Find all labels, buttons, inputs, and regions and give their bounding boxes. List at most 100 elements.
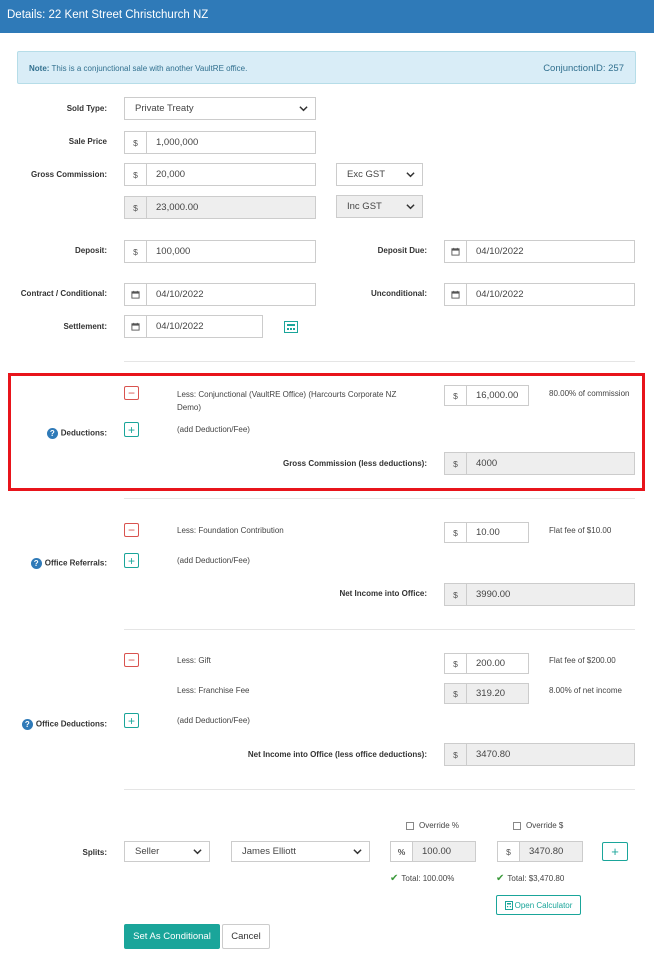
currency-addon: $ [125,241,147,262]
cancel-button[interactable]: Cancel [222,924,270,949]
note-label: Note: [29,64,50,73]
office-deduction-item-label: Less: Gift [177,656,211,665]
sale-price-input[interactable]: $ 1,000,000 [124,131,316,154]
gross-commission-inc-value: 23,000.00 [156,202,199,213]
net-income-label: Net Income into Office: [339,589,427,598]
unconditional-label: Unconditional: [371,289,427,298]
percent-addon: % [391,842,413,861]
conjunction-id: ConjunctionID: 257 [543,63,624,74]
inc-gst-select: Inc GST [336,195,423,218]
calendar-icon [125,316,147,337]
deposit-due-label: Deposit Due: [377,246,427,255]
inc-gst-value: Inc GST [347,201,382,212]
deposit-label: Deposit: [75,246,107,255]
chevron-down-icon [406,204,415,210]
override-amount-checkbox[interactable]: Override $ [513,821,563,830]
referral-note: Flat fee of $10.00 [549,526,612,535]
contract-date-value: 04/10/2022 [156,289,204,300]
deposit-due-input[interactable]: 04/10/2022 [444,240,635,263]
help-icon[interactable]: ? [21,719,33,730]
settlement-calculator-icon[interactable] [284,321,298,333]
currency-addon: $ [445,523,467,542]
franchise-fee-field: $ 319.20 [444,683,529,704]
contract-label: Contract / Conditional: [20,289,107,298]
gst-select[interactable]: Exc GST [336,163,423,186]
gross-commission-input[interactable]: $ 20,000 [124,163,316,186]
modal-header: Details: 22 Kent Street Christchurch NZ [0,0,654,33]
add-referral-link[interactable]: (add Deduction/Fee) [177,556,250,565]
net-income-value: 3990.00 [476,589,511,600]
referral-amount-input[interactable]: $ 10.00 [444,522,529,543]
gross-commission-label: Gross Commission: [30,170,107,179]
chevron-down-icon [193,849,202,855]
chevron-down-icon [299,106,308,112]
currency-addon: $ [445,654,467,673]
remove-referral-button[interactable]: − [124,523,139,537]
calendar-icon [445,284,467,305]
franchise-fee-note: 8.00% of net income [549,686,622,695]
highlight-box [8,373,645,491]
divider [124,789,635,790]
unconditional-date-input[interactable]: 04/10/2022 [444,283,635,306]
checkbox-icon[interactable] [513,821,521,830]
split-total-amount: ✔ Total: $3,470.80 [496,873,565,884]
currency-addon: $ [445,684,467,703]
net-income-less-label: Net Income into Office (less office dedu… [247,750,427,759]
split-person-select[interactable]: James Elliott [231,841,370,862]
franchise-fee-value: 319.20 [476,688,506,699]
split-type-value: Seller [135,846,160,857]
split-amount-field: $ 3470.80 [497,841,583,862]
settlement-label: Settlement: [63,322,107,331]
franchise-fee-label: Less: Franchise Fee [177,686,250,695]
currency-addon: $ [125,197,147,218]
add-split-button[interactable]: + [602,842,628,861]
currency-addon: $ [445,584,467,605]
referral-item-label: Less: Foundation Contribution [177,526,284,535]
currency-addon: $ [498,842,520,861]
settlement-date-input[interactable]: 04/10/2022 [124,315,263,338]
split-total-percent: ✔ Total: 100.00% [390,873,455,884]
unconditional-date-value: 04/10/2022 [476,289,524,300]
set-as-conditional-button[interactable]: Set As Conditional [124,924,220,949]
chevron-down-icon [353,849,362,855]
gross-commission-value: 20,000 [156,169,186,180]
deposit-value: 100,000 [156,246,191,257]
splits-label: Splits: [82,848,107,857]
split-percent-field: % 100.00 [390,841,476,862]
modal-title: Details: 22 Kent Street Christchurch NZ [7,9,209,21]
sold-type-value: Private Treaty [135,103,194,114]
currency-addon: $ [125,132,147,153]
currency-addon: $ [125,164,147,185]
net-income-less-value: 3470.80 [476,749,511,760]
split-person-value: James Elliott [242,846,296,857]
override-percent-checkbox[interactable]: Override % [406,821,459,830]
gross-commission-inc-input: $ 23,000.00 [124,196,316,219]
deposit-input[interactable]: $ 100,000 [124,240,316,263]
contract-date-input[interactable]: 04/10/2022 [124,283,316,306]
office-deduction-amount-value: 200.00 [476,658,506,669]
calculator-icon [504,900,513,910]
office-referrals-label: ? Office Referrals: [30,558,107,569]
calendar-icon [125,284,147,305]
deposit-due-value: 04/10/2022 [476,246,524,257]
calendar-icon [445,241,467,262]
note-text: This is a conjunctional sale with anothe… [51,64,248,73]
currency-addon: $ [445,744,467,765]
split-percent-value: 100.00 [422,846,452,857]
net-income-field: $ 3990.00 [444,583,635,606]
check-icon: ✔ [496,873,505,884]
add-referral-button[interactable]: + [124,553,139,568]
divider [124,498,635,499]
remove-office-deduction-button[interactable]: − [124,653,139,667]
checkbox-icon[interactable] [406,821,414,830]
divider [124,361,635,362]
add-office-deduction-button[interactable]: + [124,713,139,728]
sold-type-select[interactable]: Private Treaty [124,97,316,120]
split-type-select[interactable]: Seller [124,841,210,862]
open-calculator-button[interactable]: Open Calculator [496,895,581,915]
check-icon: ✔ [390,873,399,884]
help-icon[interactable]: ? [30,558,42,569]
chevron-down-icon [406,172,415,178]
add-office-deduction-link[interactable]: (add Deduction/Fee) [177,716,250,725]
office-deduction-amount-input[interactable]: $ 200.00 [444,653,529,674]
